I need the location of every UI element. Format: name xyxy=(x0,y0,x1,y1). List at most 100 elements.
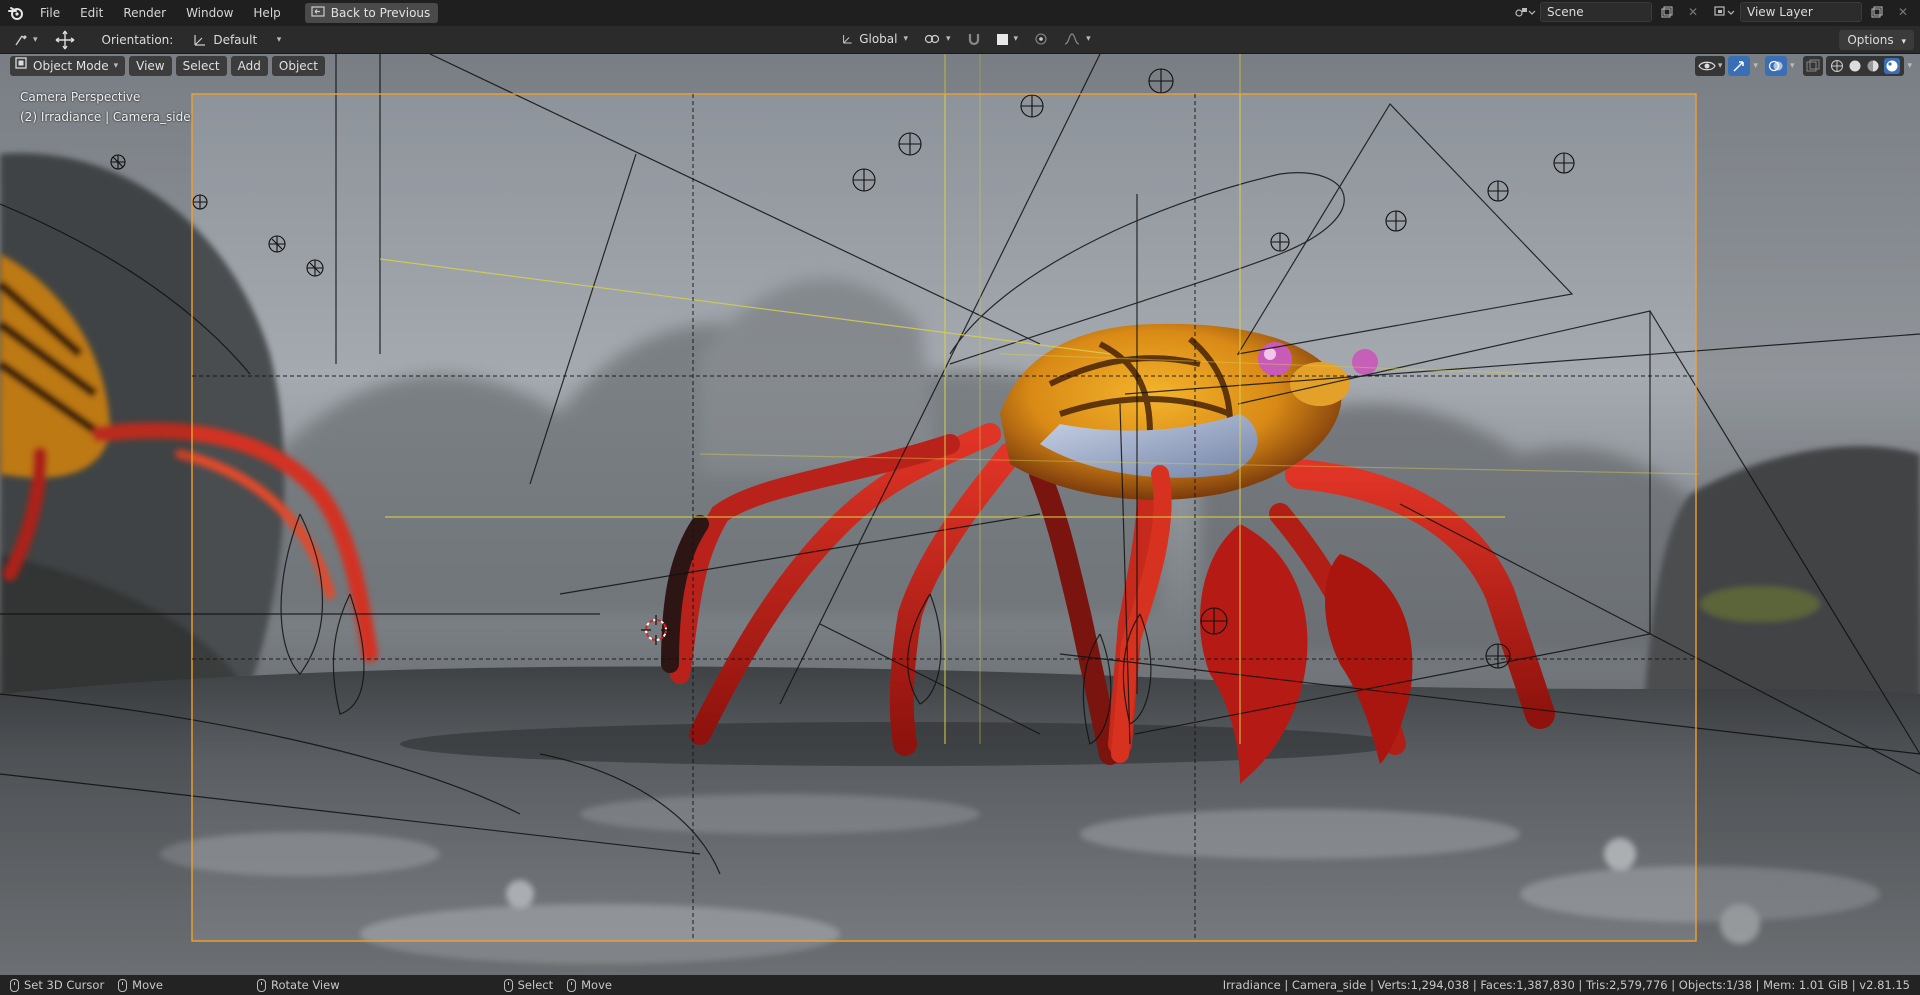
chevron-down-icon: ▾ xyxy=(903,34,908,44)
snap-toggle[interactable] xyxy=(960,29,987,49)
rendered-shading-button[interactable] xyxy=(1884,58,1901,74)
back-to-previous-button[interactable]: Back to Previous xyxy=(304,3,439,23)
workspace-selectors: Scene ✕ View Layer ✕ xyxy=(1514,2,1914,22)
transform-orientation-dropdown[interactable]: Global ▾ xyxy=(836,29,914,49)
orientation-value: Default xyxy=(213,32,258,47)
orientation-dropdown[interactable]: Default ▾ xyxy=(187,29,288,50)
overlays-icon xyxy=(1768,60,1783,72)
snap-element-dropdown[interactable]: ▾ xyxy=(990,29,1025,49)
view-layer-type-icon[interactable] xyxy=(1714,2,1736,22)
transform-orientation-value: Global xyxy=(859,32,898,46)
scene-type-icon[interactable] xyxy=(1514,2,1536,22)
hint-label: Set 3D Cursor xyxy=(24,978,105,992)
chevron-down-icon: ▾ xyxy=(1013,34,1019,44)
pivot-point-icon xyxy=(924,34,940,44)
viewport-display-controls: ▾ ▾ ▾ ▾ xyxy=(1694,56,1912,76)
menu-file[interactable]: File xyxy=(30,2,70,24)
interaction-mode-value: Object Mode xyxy=(33,59,109,73)
blender-logo-icon[interactable] xyxy=(6,3,26,23)
object-mode-icon xyxy=(14,56,28,76)
hint-label: Move xyxy=(581,978,612,992)
chevron-down-icon: ▾ xyxy=(1901,37,1906,47)
xray-toggle[interactable] xyxy=(1803,56,1824,76)
top-menu-bar: File Edit Render Window Help Back to Pre… xyxy=(0,0,1920,26)
xray-icon xyxy=(1806,59,1820,72)
pivot-point-dropdown[interactable]: ▾ xyxy=(918,29,957,49)
interaction-mode-dropdown[interactable]: Object Mode ▾ xyxy=(10,56,126,76)
shading-mode-buttons xyxy=(1826,56,1905,76)
view-menu[interactable]: View xyxy=(129,56,172,76)
mouse-middle-icon xyxy=(257,978,267,992)
orientation-label: Orientation: xyxy=(101,32,174,47)
viewport-render xyxy=(0,54,1920,975)
new-scene-icon[interactable] xyxy=(1656,2,1678,22)
view-layer-value: View Layer xyxy=(1747,5,1813,19)
scene-name-field[interactable]: Scene xyxy=(1540,2,1652,22)
add-menu[interactable]: Add xyxy=(230,56,268,76)
solid-shading-icon[interactable] xyxy=(1848,59,1862,73)
object-visibility-dropdown[interactable]: ▾ xyxy=(1694,56,1726,76)
scene-statistics: Irradiance | Camera_side | Verts:1,294,0… xyxy=(1222,978,1910,992)
hint-label: Select xyxy=(517,978,554,992)
material-preview-icon[interactable] xyxy=(1866,59,1880,73)
close-scene-icon[interactable]: ✕ xyxy=(1682,2,1704,22)
hint-move-2: Move xyxy=(567,978,612,992)
options-button[interactable]: Options ▾ xyxy=(1839,30,1914,50)
menu-help[interactable]: Help xyxy=(243,2,290,24)
hint-rotate-view: Rotate View xyxy=(257,978,340,992)
global-axis-icon xyxy=(843,35,852,44)
transform-tools: Global ▾ ▾ ▾ ▾ xyxy=(836,29,1097,49)
chevron-down-icon: ▾ xyxy=(276,34,282,45)
editor-type-selector[interactable]: ▾ xyxy=(10,29,42,51)
tool-settings-header: ▾ Orientation: Default ▾ Global ▾ ▾ ▾ ▾ … xyxy=(0,26,1920,54)
menu-edit[interactable]: Edit xyxy=(70,2,113,24)
screen-back-icon xyxy=(311,5,325,21)
overlays-toggle[interactable] xyxy=(1764,56,1787,76)
hint-label: Move xyxy=(132,978,164,992)
chevron-down-icon: ▾ xyxy=(113,61,119,71)
mouse-drag-icon xyxy=(567,978,577,992)
gizmo-toggle[interactable] xyxy=(1728,56,1751,76)
rendered-shading-icon xyxy=(1886,60,1898,72)
active-object-label: (2) Irradiance | Camera_side xyxy=(20,110,191,124)
hint-label: Rotate View xyxy=(271,978,340,992)
back-to-previous-label: Back to Previous xyxy=(330,6,431,20)
falloff-dropdown[interactable]: ▾ xyxy=(1058,29,1097,49)
view-layer-field[interactable]: View Layer xyxy=(1740,2,1862,22)
gizmo-icon xyxy=(1733,61,1745,72)
menu-render[interactable]: Render xyxy=(113,2,176,24)
close-view-layer-icon[interactable]: ✕ xyxy=(1892,2,1914,22)
scene-name-value: Scene xyxy=(1547,5,1584,19)
snap-increment-icon xyxy=(996,33,1008,45)
chevron-down-icon: ▾ xyxy=(1086,34,1091,44)
chevron-down-icon[interactable]: ▾ xyxy=(1907,61,1912,71)
hint-select: Select xyxy=(503,978,554,992)
wireframe-shading-icon[interactable] xyxy=(1830,59,1844,73)
move-tool-icon[interactable] xyxy=(50,29,80,51)
proportional-edit-toggle[interactable] xyxy=(1028,29,1055,49)
mouse-right-icon xyxy=(503,978,513,992)
select-menu[interactable]: Select xyxy=(175,56,227,76)
object-menu[interactable]: Object xyxy=(271,56,325,76)
hint-set-3d-cursor: Set 3D Cursor xyxy=(10,978,104,992)
camera-perspective-label: Camera Perspective xyxy=(20,90,141,104)
hint-move: Move xyxy=(118,978,163,992)
new-view-layer-icon[interactable] xyxy=(1866,2,1888,22)
chevron-down-icon: ▾ xyxy=(946,34,951,44)
menu-window[interactable]: Window xyxy=(176,2,243,24)
camera-info-overlay: Camera Perspective (2) Irradiance | Came… xyxy=(20,87,191,127)
proportional-edit-icon xyxy=(1035,33,1047,45)
falloff-curve-icon xyxy=(1064,33,1080,45)
magnet-icon xyxy=(968,34,979,46)
chevron-down-icon[interactable]: ▾ xyxy=(1753,61,1758,71)
status-bar: Set 3D Cursor Move Rotate View Select Mo… xyxy=(0,975,1920,995)
editor-type-icon xyxy=(15,35,27,45)
3d-viewport[interactable]: Object Mode ▾ View Select Add Object ▾ ▾… xyxy=(0,54,1920,975)
orientation-axis-icon xyxy=(194,34,206,46)
mouse-drag-icon xyxy=(118,978,128,992)
chevron-down-icon: ▾ xyxy=(33,34,38,45)
chevron-down-icon[interactable]: ▾ xyxy=(1790,61,1795,71)
viewport-header: Object Mode ▾ View Select Add Object xyxy=(10,56,325,76)
eye-icon xyxy=(1698,61,1716,71)
mouse-left-icon xyxy=(10,978,19,992)
